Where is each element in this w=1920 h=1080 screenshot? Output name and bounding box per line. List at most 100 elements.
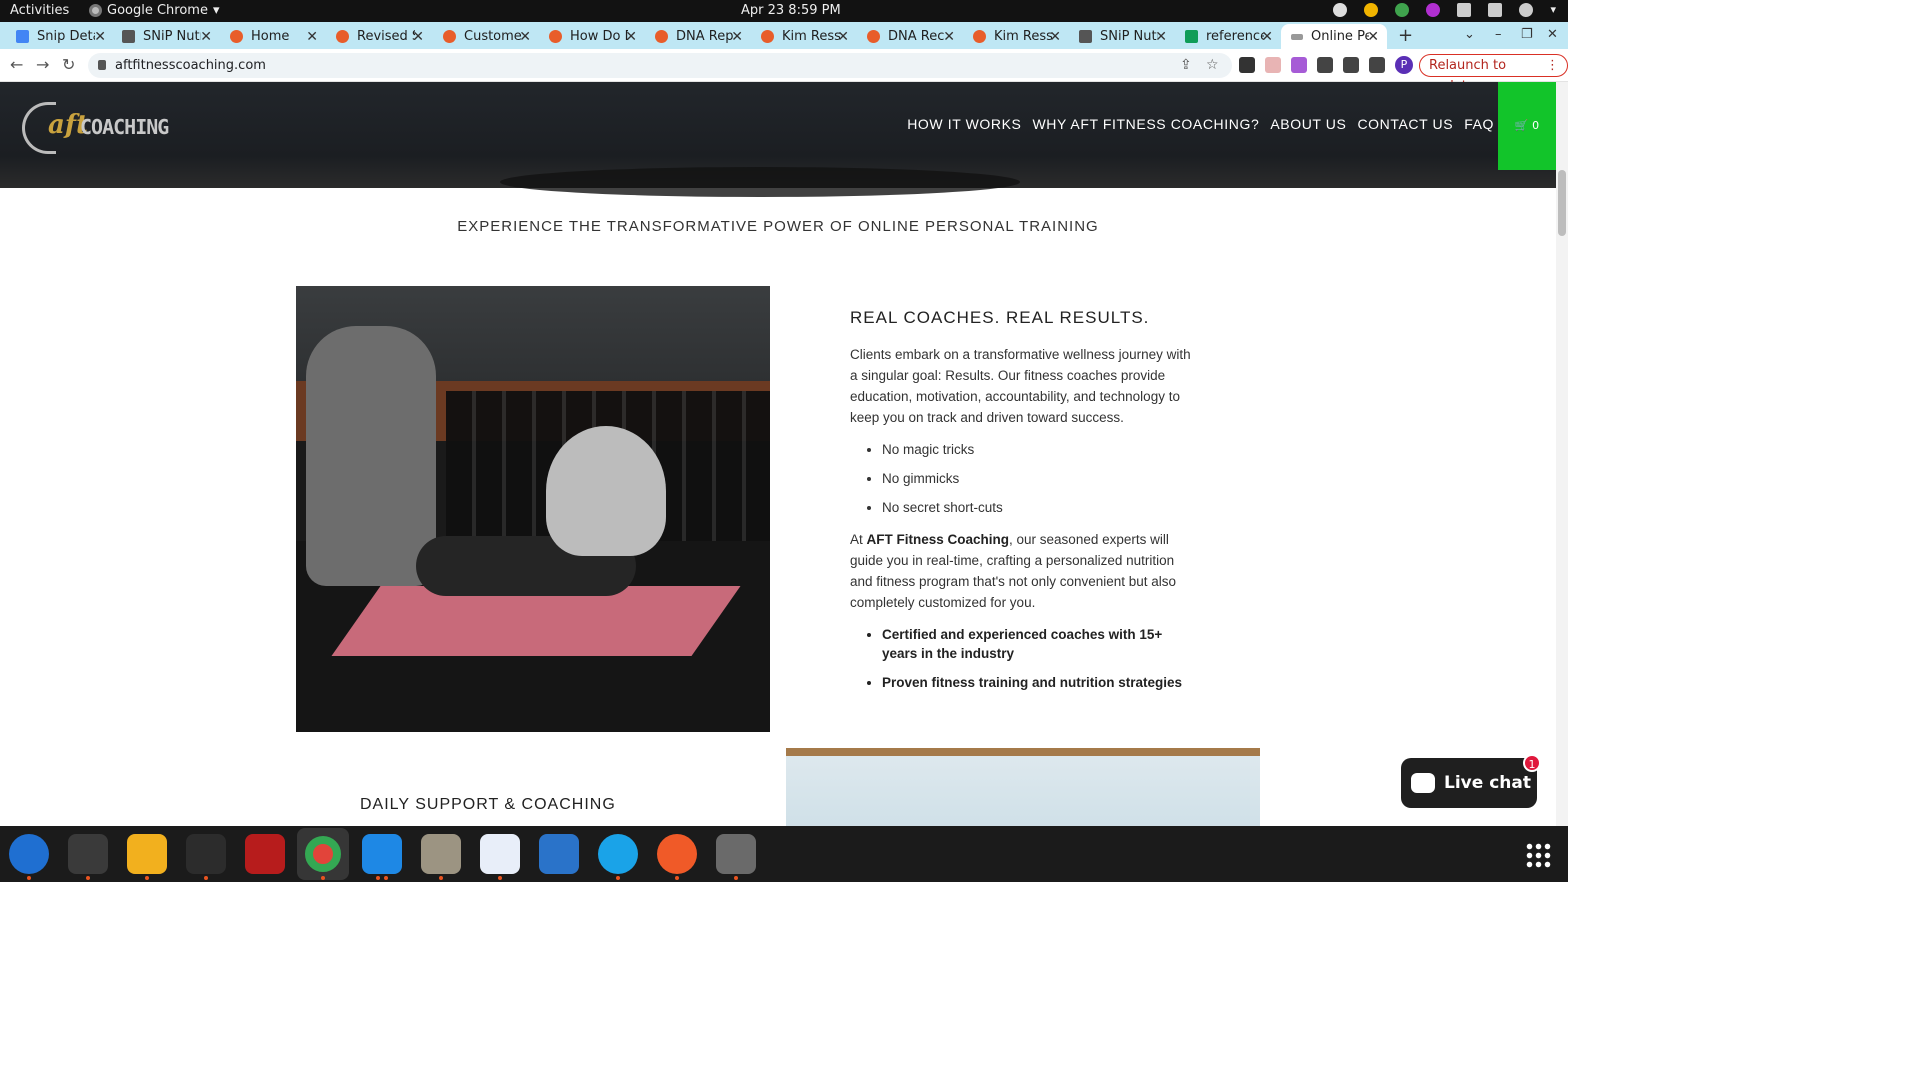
tab[interactable]: Snip Deta ✕ <box>16 24 106 49</box>
content-column: REAL COACHES. REAL RESULTS. Clients emba… <box>850 308 1200 704</box>
lock-icon[interactable] <box>98 60 106 70</box>
tab[interactable]: Kim Ress ✕ <box>973 24 1061 49</box>
close-icon[interactable]: ✕ <box>1049 29 1061 45</box>
thunderbird-icon[interactable] <box>9 834 49 880</box>
more-menu-icon[interactable]: ⋮ <box>1546 55 1559 76</box>
tab[interactable]: DNA Rep ✕ <box>655 24 743 49</box>
snip-icon <box>1079 30 1092 43</box>
second-photo <box>786 748 1260 826</box>
close-icon[interactable]: ✕ <box>1261 29 1273 45</box>
writer-icon[interactable] <box>539 834 579 874</box>
disk-icon[interactable] <box>716 834 756 880</box>
tagline: EXPERIENCE THE TRANSFORMATIVE POWER OF O… <box>457 218 1099 235</box>
download-icon[interactable] <box>1343 57 1359 73</box>
close-icon[interactable]: ✕ <box>1367 29 1379 45</box>
pen-extension-icon[interactable] <box>1291 57 1307 73</box>
postman-icon[interactable] <box>657 834 697 880</box>
tab[interactable]: DNA Rec ✕ <box>867 24 955 49</box>
tab-title: How Do D <box>570 29 628 44</box>
nav-faq[interactable]: FAQ <box>1464 116 1494 132</box>
files-icon[interactable] <box>421 834 461 880</box>
filezilla-icon[interactable] <box>245 834 285 874</box>
tab[interactable]: Revised S ✕ <box>336 24 424 49</box>
minimize-icon[interactable]: – <box>1495 27 1502 42</box>
close-icon[interactable]: ✕ <box>731 29 743 45</box>
nav-contact-us[interactable]: CONTACT US <box>1357 116 1453 132</box>
tab[interactable]: SNiP Nutr ✕ <box>122 24 212 49</box>
chrome-logo-icon <box>305 836 341 872</box>
nav-about-us[interactable]: ABOUT US <box>1270 116 1346 132</box>
notification-badge: 1 <box>1523 754 1541 772</box>
volume-icon[interactable] <box>1488 3 1503 17</box>
docs-icon <box>16 30 29 43</box>
tab[interactable]: Customer ✕ <box>443 24 531 49</box>
tab-title: DNA Rep <box>676 29 734 44</box>
back-icon[interactable]: ← <box>10 55 23 74</box>
close-icon[interactable]: ✕ <box>837 29 849 45</box>
close-icon[interactable]: ✕ <box>519 29 531 45</box>
close-icon[interactable]: ✕ <box>943 29 955 45</box>
close-icon[interactable]: ✕ <box>306 29 318 45</box>
activities-button[interactable]: Activities <box>10 3 69 18</box>
show-apps-icon[interactable] <box>1525 842 1551 868</box>
puzzle-icon[interactable] <box>1317 57 1333 73</box>
reload-icon[interactable]: ↻ <box>62 55 75 74</box>
bookmark-star-icon[interactable]: ☆ <box>1206 57 1219 73</box>
tab-active[interactable]: Online Pe ✕ <box>1281 24 1387 49</box>
new-tab-button[interactable]: + <box>1398 25 1413 46</box>
system-tray: ▾ <box>1333 3 1556 17</box>
update-icon[interactable] <box>1333 3 1348 17</box>
close-icon[interactable]: ✕ <box>625 29 637 45</box>
tab[interactable]: SNiP Nutr ✕ <box>1079 24 1167 49</box>
text-editor-icon[interactable] <box>480 834 520 880</box>
forward-icon[interactable]: → <box>36 55 49 74</box>
app-menu[interactable]: Google Chrome ▾ <box>89 3 220 18</box>
tab[interactable]: reference ✕ <box>1185 24 1273 49</box>
close-icon[interactable]: ✕ <box>412 29 424 45</box>
nav-how-it-works[interactable]: HOW IT WORKS <box>907 116 1021 132</box>
extension-icon[interactable] <box>1265 57 1281 73</box>
page-scrollbar[interactable] <box>1556 82 1568 826</box>
profile-avatar[interactable]: P <box>1395 56 1413 74</box>
extension-tray-icon[interactable] <box>1395 3 1410 17</box>
live-chat-button[interactable]: Live chat <box>1401 758 1537 808</box>
scrollbar-thumb[interactable] <box>1558 170 1566 236</box>
tab-title: reference <box>1206 29 1264 44</box>
notes-icon[interactable] <box>127 834 167 880</box>
maximize-icon[interactable]: ❐ <box>1521 27 1533 42</box>
app-tray-icon[interactable] <box>1426 3 1441 17</box>
network-icon[interactable] <box>1457 3 1472 17</box>
photo-client <box>546 426 666 556</box>
vscode-icon[interactable] <box>362 834 402 880</box>
relaunch-button[interactable]: Relaunch to update ⋮ <box>1419 54 1568 94</box>
tab-title: Kim Ress <box>994 29 1052 44</box>
nav-why-aft[interactable]: WHY AFT FITNESS COACHING? <box>1032 116 1259 132</box>
power-icon[interactable] <box>1519 3 1534 17</box>
sheets-icon <box>1185 30 1198 43</box>
clock[interactable]: Apr 23 8:59 PM <box>741 3 841 18</box>
window-close-icon[interactable]: ✕ <box>1547 27 1558 42</box>
close-icon[interactable]: ✕ <box>94 29 106 45</box>
tab-title: Revised S <box>357 29 415 44</box>
logo-coaching-text: COACHING <box>80 115 169 139</box>
tab[interactable]: Kim Ress ✕ <box>761 24 849 49</box>
site-logo[interactable]: aft COACHING <box>22 98 172 156</box>
chevron-down-icon[interactable]: ▾ <box>1550 3 1556 17</box>
close-icon[interactable]: ✕ <box>200 29 212 45</box>
share-icon[interactable]: ⇪ <box>1180 57 1192 73</box>
url-text[interactable]: aftfitnesscoaching.com <box>115 58 266 73</box>
chrome-dock-icon[interactable] <box>297 828 349 880</box>
close-icon[interactable]: ✕ <box>1155 29 1167 45</box>
terminal-icon[interactable] <box>68 834 108 880</box>
tab[interactable]: Home ✕ <box>230 24 318 49</box>
eyedropper-extension-icon[interactable] <box>1239 57 1255 73</box>
tab-strip: Snip Deta ✕ SNiP Nutr ✕ Home ✕ Revised S… <box>0 22 1568 49</box>
side-panel-icon[interactable] <box>1369 57 1385 73</box>
system-monitor-icon[interactable] <box>186 834 226 880</box>
address-bar[interactable]: aftfitnesscoaching.com ⇪ ☆ <box>88 53 1232 78</box>
cart-button[interactable]: 🛒 0 <box>1498 82 1556 170</box>
chrome-tray-icon[interactable] <box>1364 3 1379 17</box>
tab[interactable]: How Do D ✕ <box>549 24 637 49</box>
tab-search-icon[interactable]: ⌄ <box>1464 27 1475 42</box>
skype-icon[interactable] <box>598 834 638 880</box>
